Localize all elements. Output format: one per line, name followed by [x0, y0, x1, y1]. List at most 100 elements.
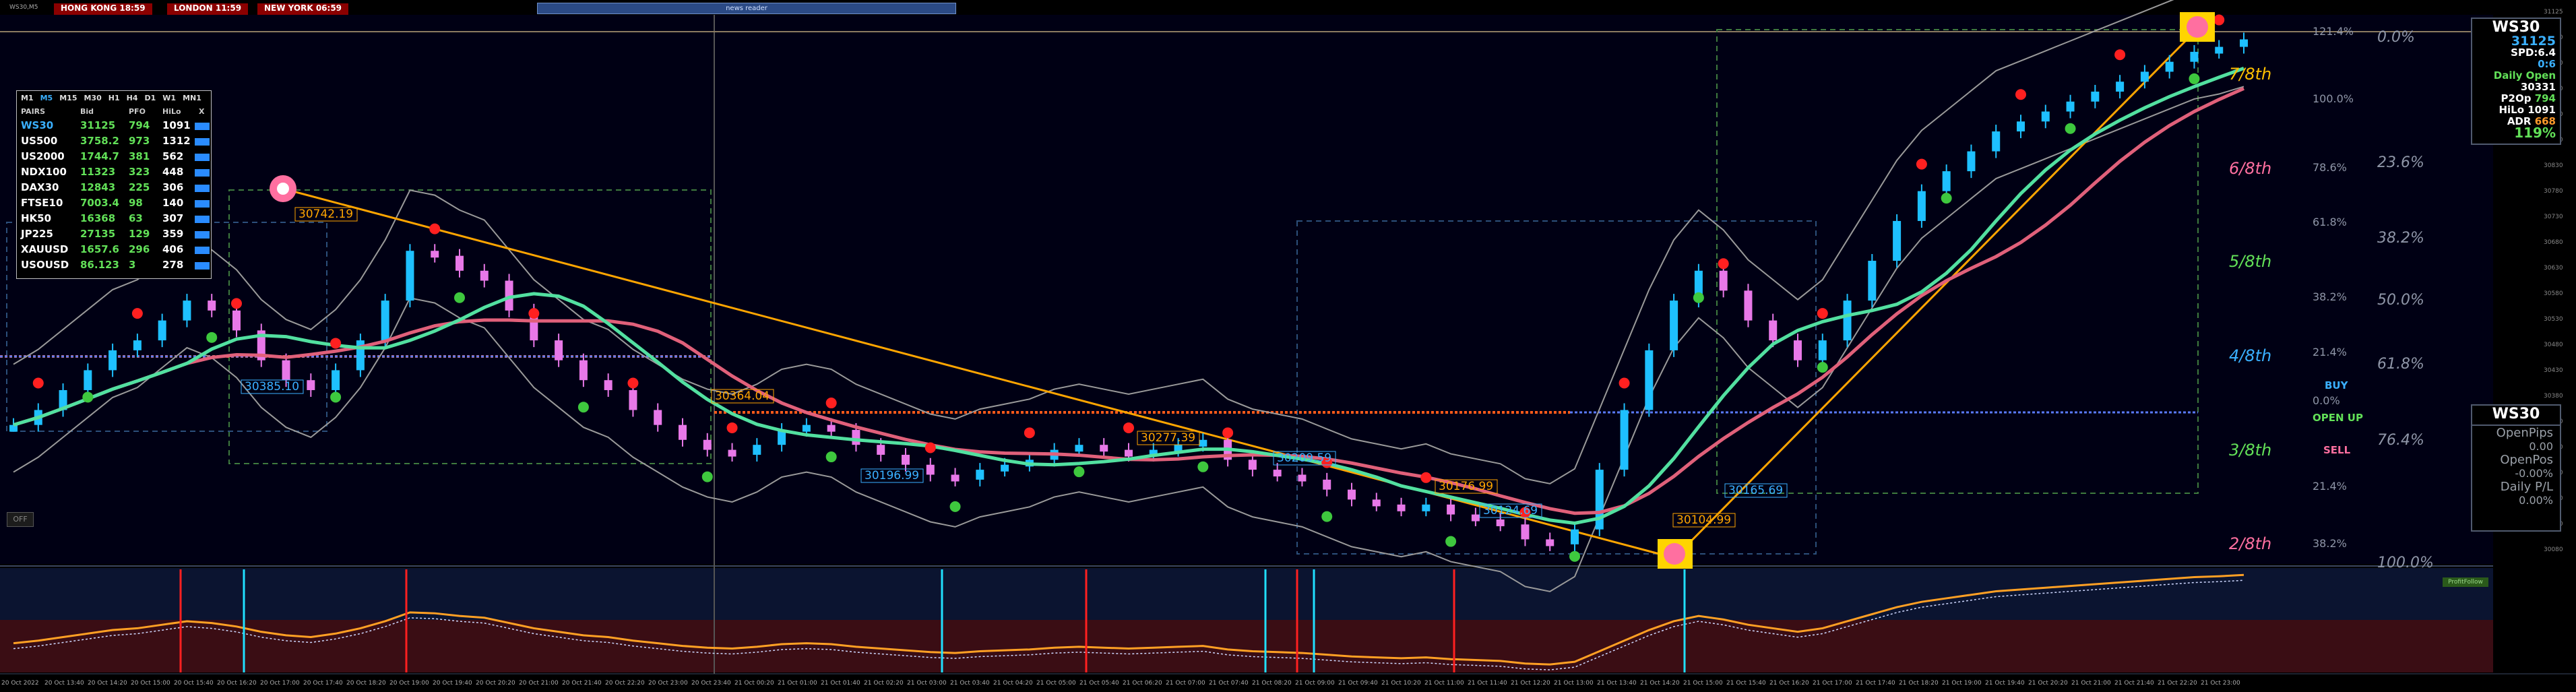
pair-cell: 12843: [80, 181, 116, 193]
x-axis-tick-label: 21 Oct 15:40: [1726, 680, 1766, 687]
x-axis-tick-label: 21 Oct 04:20: [993, 680, 1033, 687]
pair-close-box[interactable]: [195, 231, 210, 239]
sell-dot: [2213, 14, 2225, 26]
pair-cell: 1312: [162, 135, 191, 147]
timeframe-w1[interactable]: W1: [162, 94, 176, 102]
candle-body: [555, 340, 563, 360]
pair-close-box[interactable]: [195, 216, 210, 223]
pair-cell: 562: [162, 150, 184, 162]
sell-dot: [32, 377, 44, 389]
pair-cell: US2000: [21, 150, 65, 162]
candle-body: [679, 424, 687, 440]
pair-row[interactable]: NDX100 11323 323 448: [21, 166, 210, 181]
candle-body: [802, 424, 811, 432]
timeframe-mn1[interactable]: MN1: [183, 94, 201, 102]
pair-cell: 63: [129, 212, 143, 224]
timeframe-m15[interactable]: M15: [59, 94, 77, 102]
pair-row[interactable]: US500 3758.2 973 1312: [21, 135, 210, 150]
x-axis-tick-label: 21 Oct 07:00: [1166, 680, 1205, 687]
pair-close-box[interactable]: [195, 247, 210, 254]
pairs-panel: M1 M5 M15 M30 H1 H4 D1 W1 MN1 PAIRS Bid PFO HiLo X W…: [16, 90, 212, 279]
candle-body: [108, 350, 117, 371]
candle-body: [2190, 51, 2199, 62]
pair-cell: USOUSD: [21, 259, 69, 271]
candle-body: [9, 424, 18, 432]
candle-body: [852, 430, 860, 445]
x-axis-tick-label: 21 Oct 17:00: [1813, 680, 1852, 687]
timeframe-m1[interactable]: M1: [21, 94, 34, 102]
pair-cell: 307: [162, 212, 184, 224]
x-axis-tick-label: 20 Oct 16:20: [217, 680, 257, 687]
pair-cell: 406: [162, 243, 184, 255]
pair-cell: 359: [162, 228, 184, 240]
price-label: 30385.10: [245, 380, 299, 394]
candle-body: [1719, 270, 1728, 291]
info-p2op-label: P2Op: [2501, 92, 2532, 104]
open-pos-value: -0.00%: [2515, 467, 2553, 480]
pair-close-box[interactable]: [195, 154, 210, 161]
pair-row[interactable]: US2000 1744.7 381 562: [21, 150, 210, 165]
fib-left-label: 78.6%: [2313, 161, 2347, 174]
x-axis-tick-label: 20 Oct 13:40: [44, 680, 84, 687]
price-label: 30104.99: [1676, 513, 1731, 527]
x-axis-tick-label: 21 Oct 23:00: [2201, 680, 2240, 687]
y-axis-tick-label: 30580: [2544, 290, 2563, 297]
pair-cell: 3758.2: [80, 135, 119, 147]
candle-body: [827, 424, 836, 432]
candle-body: [1248, 460, 1257, 470]
timeframe-d1[interactable]: D1: [145, 94, 156, 102]
fib-right-label: 23.6%: [2377, 154, 2424, 171]
pair-row[interactable]: USOUSD 86.123 3 278: [21, 259, 210, 274]
fib-right-label: 38.2%: [2377, 230, 2424, 247]
pair-close-box[interactable]: [195, 169, 210, 177]
buy-dot: [577, 402, 589, 413]
pair-row[interactable]: JP225 27135 129 359: [21, 228, 210, 243]
y-axis-tick-label: 30830: [2544, 162, 2563, 169]
candle-body: [2240, 39, 2248, 47]
octave-label: 6/8th: [2229, 159, 2271, 178]
pair-close-box[interactable]: [195, 138, 210, 146]
pair-cell: US500: [21, 135, 58, 147]
pair-row[interactable]: HK50 16368 63 307: [21, 212, 210, 227]
price-label: 30165.69: [1728, 484, 1783, 497]
off-button[interactable]: OFF: [7, 512, 34, 527]
pair-row[interactable]: XAUUSD 1657.6 296 406: [21, 243, 210, 258]
pair-close-box[interactable]: [195, 200, 210, 208]
candle-body: [1967, 151, 1976, 172]
x-axis-tick-label: 21 Oct 18:20: [1899, 680, 1939, 687]
candle-body: [1645, 350, 1654, 410]
buy-dot: [1569, 551, 1580, 562]
pair-row[interactable]: WS30 31125 794 1091: [21, 119, 210, 134]
pair-close-box[interactable]: [195, 185, 210, 192]
timeframe-m5[interactable]: M5: [40, 94, 53, 102]
candle-body: [1893, 220, 1902, 261]
pair-close-box[interactable]: [195, 262, 210, 270]
y-axis-tick-label: 30530: [2544, 316, 2563, 323]
fib-right-label: 76.4%: [2377, 432, 2424, 449]
candle-body: [2165, 61, 2174, 72]
candle-body: [1521, 524, 1530, 540]
swing-high-marker-core: [277, 183, 289, 195]
x-axis-tick-label: 20 Oct 22:20: [605, 680, 645, 687]
sell-dot: [1420, 472, 1432, 483]
timeframe-m30[interactable]: M30: [84, 94, 101, 102]
candle-body: [1323, 479, 1331, 490]
x-axis-tick-label: 21 Oct 19:00: [1942, 680, 1982, 687]
timeframe-h1[interactable]: H1: [108, 94, 120, 102]
y-axis-tick-label: 30730: [2544, 214, 2563, 220]
timeframe-h4[interactable]: H4: [127, 94, 138, 102]
buy-dot: [1073, 466, 1085, 478]
candle-body: [232, 310, 241, 331]
sell-dot: [1024, 427, 1035, 439]
pair-cell: 11323: [80, 166, 116, 178]
y-axis-tick-label: 30430: [2544, 367, 2563, 374]
x-axis-tick-label: 21 Oct 16:20: [1769, 680, 1809, 687]
candle-body: [1942, 171, 1951, 191]
pair-cell: XAUUSD: [21, 243, 69, 255]
sell-dot: [924, 442, 936, 453]
pair-cell: 225: [129, 181, 150, 193]
pair-row[interactable]: DAX30 12843 225 306: [21, 181, 210, 196]
pair-row[interactable]: FTSE10 7003.4 98 140: [21, 197, 210, 212]
pair-close-box[interactable]: [195, 123, 210, 130]
fib-right-label: 50.0%: [2377, 292, 2424, 309]
